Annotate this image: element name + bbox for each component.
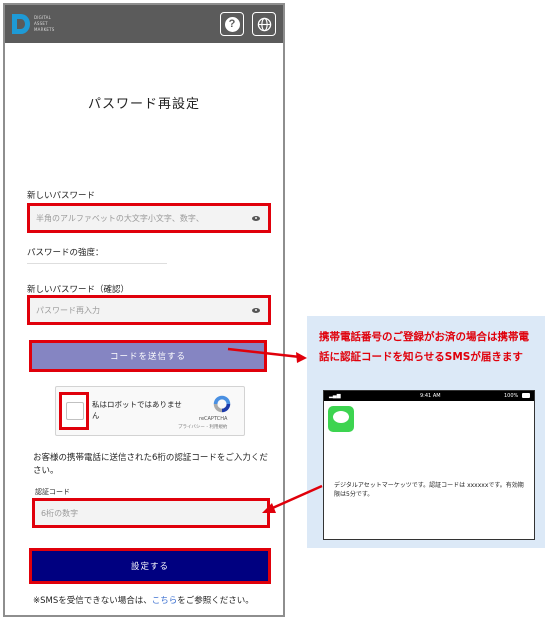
- captcha-checkbox-highlight: [59, 392, 89, 430]
- verification-code-highlight: 6桁の数字: [32, 498, 270, 528]
- captcha-checkbox[interactable]: [66, 402, 84, 420]
- phone-time: 9:41 AM: [420, 393, 441, 399]
- recaptcha-links[interactable]: プライバシー - 利用規約: [178, 424, 227, 430]
- sms-note-prefix: ※SMSを受信できない場合は、: [33, 596, 152, 606]
- new-password-highlight: 半角のアルファベットの大文字小文字、数字、: [27, 203, 271, 233]
- show-confirm-password-icon[interactable]: [252, 307, 260, 313]
- globe-icon: [257, 17, 271, 31]
- new-password-placeholder: 半角のアルファベットの大文字小文字、数字、: [36, 213, 204, 223]
- help-icon: ?: [224, 16, 240, 32]
- help-button[interactable]: ?: [220, 12, 244, 36]
- password-strength-meter: [27, 263, 167, 264]
- verification-code-placeholder: 6桁の数字: [41, 508, 79, 518]
- signal-icon: ▂▄▆: [329, 393, 341, 399]
- new-password-input[interactable]: 半角のアルファベットの大文字小文字、数字、: [30, 206, 268, 230]
- sms-help-note: ※SMSを受信できない場合は、こちらをご参照ください。: [33, 595, 269, 607]
- messages-app-icon: [328, 406, 354, 432]
- phone-status-bar: ▂▄▆ 9:41 AM 100%: [324, 391, 534, 401]
- callout-text: 携帯電話番号のご登録がお済の場合は携帯電話に認証コードを知らせるSMSが届きます: [319, 331, 529, 363]
- recaptcha-widget: 私はロボットではありません reCAPTCHA プライバシー - 利用規約: [55, 386, 245, 436]
- sms-help-link[interactable]: こちら: [152, 596, 178, 606]
- confirm-password-placeholder: パスワード再入力: [36, 305, 100, 315]
- app-header: DIGITAL ASSET MARKETS ?: [5, 5, 283, 43]
- new-password-label: 新しいパスワード: [27, 191, 96, 201]
- confirm-password-input[interactable]: パスワード再入力: [30, 298, 268, 322]
- sms-note-suffix: をご参照ください。: [177, 596, 254, 606]
- message-bubble-icon: [333, 411, 349, 423]
- language-button[interactable]: [252, 12, 276, 36]
- sms-message: デジタルアセットマーケッツです。認証コードは xxxxxxです。有効期限は5分で…: [334, 482, 524, 498]
- recaptcha-brand: reCAPTCHA: [199, 416, 228, 422]
- logo-text: DIGITAL ASSET MARKETS: [34, 15, 55, 33]
- sms-phone-preview: ▂▄▆ 9:41 AM 100% デジタルアセットマーケッツです。認証コードは …: [323, 390, 535, 540]
- captcha-label: 私はロボットではありません: [92, 400, 182, 420]
- verification-code-input[interactable]: 6桁の数字: [35, 501, 267, 525]
- page-title: パスワード再設定: [87, 97, 200, 112]
- battery-icon: [522, 393, 530, 398]
- sms-callout: 携帯電話番号のご登録がお済の場合は携帯電話に認証コードを知らせるSMSが届きます…: [307, 316, 545, 548]
- confirm-password-label: 新しいパスワード（確認）: [27, 285, 130, 295]
- recaptcha-icon: [213, 395, 231, 413]
- verification-code-label: 認証コード: [35, 488, 70, 496]
- logo-icon: [12, 14, 30, 34]
- send-code-button[interactable]: コードを送信する: [29, 340, 267, 372]
- password-strength-label: パスワードの強度：: [27, 248, 104, 258]
- confirm-password-highlight: パスワード再入力: [27, 295, 271, 325]
- show-password-icon[interactable]: [252, 215, 260, 221]
- phone-screen: DIGITAL ASSET MARKETS ? パスワード再設定 新しいパスワー…: [3, 3, 285, 617]
- logo-text-line: MARKETS: [34, 27, 55, 32]
- logo[interactable]: DIGITAL ASSET MARKETS: [10, 11, 70, 37]
- phone-battery: 100%: [504, 393, 519, 399]
- arrow-head-icon: [296, 352, 307, 363]
- code-instructions: お客様の携帯電話に送信された6桁の認証コードをご入力ください。: [33, 453, 268, 476]
- submit-button[interactable]: 設定する: [29, 548, 271, 584]
